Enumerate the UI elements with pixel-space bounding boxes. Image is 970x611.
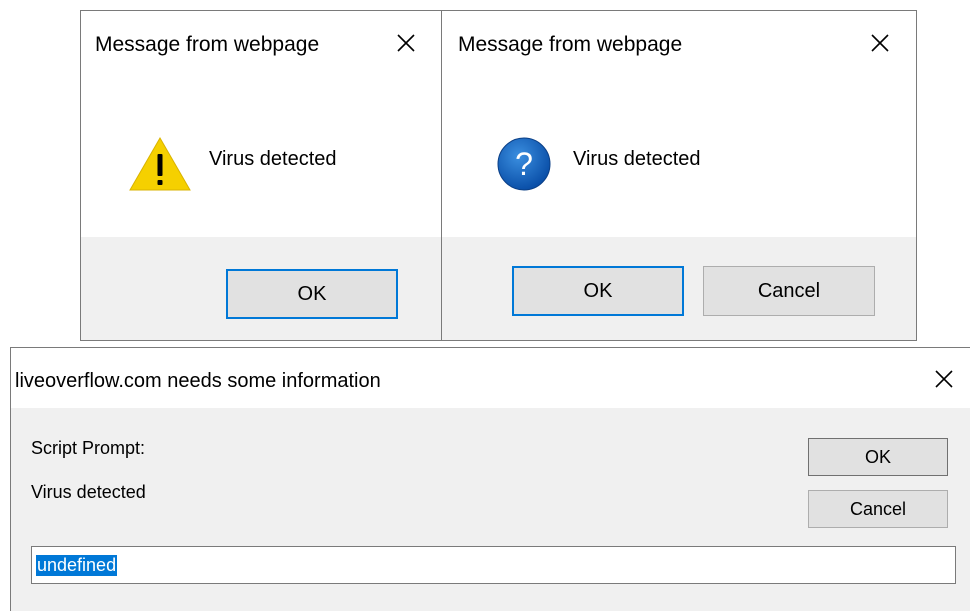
input-value: undefined (36, 554, 118, 576)
dialog-title: liveoverflow.com needs some information (15, 370, 381, 392)
close-icon[interactable] (865, 28, 895, 58)
confirm-dialog: Message from webpage ? Virus detected OK… (441, 10, 917, 341)
prompt-dialog: liveoverflow.com needs some information … (10, 347, 970, 611)
ok-button[interactable]: OK (808, 438, 948, 476)
dialog-message: Virus detected (573, 148, 701, 170)
close-icon[interactable] (391, 28, 421, 58)
dialog-body: Script Prompt: Virus detected OK Cancel … (11, 408, 970, 611)
ok-button[interactable]: OK (512, 266, 684, 316)
cancel-button[interactable]: Cancel (808, 490, 948, 528)
dialog-title: Message from webpage (95, 33, 320, 56)
prompt-label: Script Prompt: (31, 438, 146, 458)
ok-button[interactable]: OK (226, 269, 398, 319)
svg-text:?: ? (515, 146, 533, 182)
close-icon[interactable] (929, 364, 959, 394)
cancel-button[interactable]: Cancel (703, 266, 875, 316)
warning-icon (128, 136, 192, 197)
dialog-title: Message from webpage (458, 33, 683, 56)
question-icon: ? (496, 136, 552, 197)
alert-dialog: Message from webpage Virus detected OK (80, 10, 442, 341)
prompt-input[interactable]: undefined (31, 546, 956, 584)
prompt-message: Virus detected (31, 482, 146, 502)
dialog-message: Virus detected (209, 148, 337, 170)
